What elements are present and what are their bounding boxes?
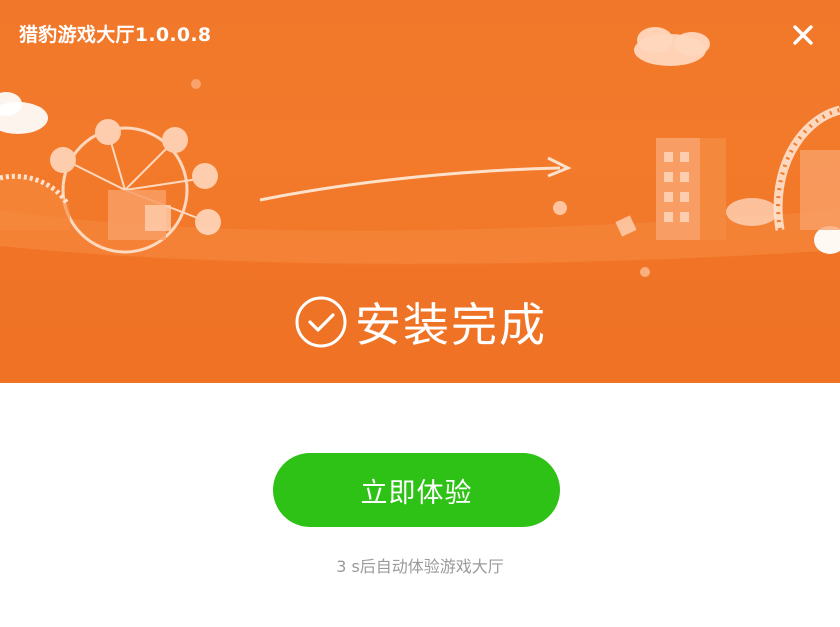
close-icon bbox=[793, 25, 813, 45]
countdown-text: 3 s后自动体验游戏大厅 bbox=[336, 557, 504, 576]
window-title: 猎豹游戏大厅1.0.0.8 bbox=[19, 24, 212, 46]
header-banner: 猎豹游戏大厅1.0.0.8 安装完成 bbox=[0, 0, 840, 383]
try-now-button[interactable]: 立即体验 bbox=[273, 453, 560, 527]
check-circle-icon bbox=[295, 296, 347, 348]
installer-window: 猎豹游戏大厅1.0.0.8 安装完成 立即体验 3 s后自动体验游戏大厅 bbox=[0, 0, 840, 627]
install-status: 安装完成 bbox=[0, 290, 840, 354]
close-button[interactable] bbox=[788, 20, 818, 50]
status-text: 安装完成 bbox=[355, 298, 547, 352]
